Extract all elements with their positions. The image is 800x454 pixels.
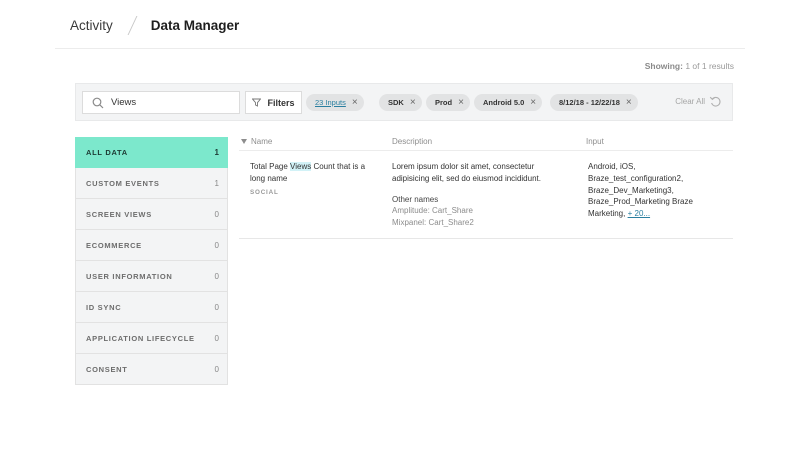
filter-chip-label: SDK bbox=[388, 98, 404, 107]
filter-chip-date-range[interactable]: 8/12/18 - 12/22/18 × bbox=[550, 94, 638, 111]
sidebar-item-label: ECOMMERCE bbox=[86, 240, 142, 250]
sidebar-item-label: USER INFORMATION bbox=[86, 271, 173, 281]
input-line-last: Marketing, + 20... bbox=[588, 208, 718, 220]
sidebar-item-label: CUSTOM EVENTS bbox=[86, 178, 160, 188]
column-header-input: Input bbox=[586, 137, 604, 146]
sidebar-item-label: ID SYNC bbox=[86, 302, 122, 312]
sidebar-item-count: 0 bbox=[214, 302, 219, 312]
sidebar-item-label: SCREEN VIEWS bbox=[86, 209, 152, 219]
close-icon[interactable]: × bbox=[410, 97, 416, 108]
sidebar-item-id-sync[interactable]: ID SYNC 0 bbox=[75, 292, 228, 323]
search-box[interactable] bbox=[82, 91, 240, 114]
row-input-cell: Android, iOS, Braze_test_configuration2,… bbox=[588, 161, 718, 220]
sidebar-item-custom-events[interactable]: CUSTOM EVENTS 1 bbox=[75, 168, 228, 199]
row-description: Lorem ipsum dolor sit amet, consectetur … bbox=[392, 162, 541, 183]
sidebar-item-label: CONSENT bbox=[86, 364, 128, 374]
filter-chip-label: 8/12/18 - 12/22/18 bbox=[559, 98, 620, 107]
sidebar-item-count: 0 bbox=[214, 364, 219, 374]
search-match-highlight: Views bbox=[290, 162, 312, 171]
sidebar-item-user-information[interactable]: USER INFORMATION 0 bbox=[75, 261, 228, 292]
filter-icon bbox=[252, 98, 262, 107]
input-line: Marketing, bbox=[588, 209, 626, 219]
row-name-cell: Total Page Views Count that is a long na… bbox=[250, 161, 372, 198]
sidebar-item-count: 1 bbox=[214, 178, 219, 188]
more-inputs-link[interactable]: + 20... bbox=[628, 209, 650, 218]
filter-chip-label[interactable]: 23 Inputs bbox=[315, 98, 346, 107]
other-names-label: Other names bbox=[392, 194, 439, 204]
filter-chip-prod[interactable]: Prod × bbox=[426, 94, 470, 111]
sidebar-item-all-data[interactable]: ALL DATA 1 bbox=[75, 137, 228, 168]
sidebar-item-count: 1 bbox=[214, 148, 219, 157]
row-name[interactable]: Total Page Views Count that is a long na… bbox=[250, 161, 372, 185]
breadcrumb: Activity Data Manager bbox=[70, 15, 239, 35]
input-line: Android, iOS, bbox=[588, 162, 636, 171]
column-header-name-label: Name bbox=[251, 137, 273, 146]
other-name: Mixpanel: Cart_Share2 bbox=[392, 218, 474, 228]
sidebar-item-application-lifecycle[interactable]: APPLICATION LIFECYCLE 0 bbox=[75, 323, 228, 354]
input-line: Braze_test_configuration2, bbox=[588, 173, 684, 183]
input-line: Braze_Dev_Marketing3, bbox=[588, 185, 674, 195]
filter-chip-label: Prod bbox=[435, 98, 453, 107]
close-icon[interactable]: × bbox=[530, 97, 536, 108]
results-table: Name Description Input Total Page Views … bbox=[239, 135, 733, 239]
filter-chip-sdk[interactable]: SDK × bbox=[379, 94, 422, 111]
page-title: Data Manager bbox=[150, 17, 240, 33]
filter-chip-android[interactable]: Android 5.0 × bbox=[474, 94, 543, 111]
row-name-text: Total Page bbox=[250, 162, 291, 171]
other-name: Amplitude: Cart_Share bbox=[392, 206, 473, 216]
sidebar-item-count: 0 bbox=[214, 333, 219, 343]
results-count-label: Showing: bbox=[644, 61, 683, 71]
results-count-value: 1 of 1 results bbox=[685, 61, 734, 71]
table-header: Name Description Input bbox=[239, 135, 733, 151]
sort-caret-icon bbox=[241, 139, 247, 144]
close-icon[interactable]: × bbox=[458, 97, 464, 108]
column-header-name[interactable]: Name bbox=[241, 137, 272, 146]
header-divider bbox=[55, 48, 745, 49]
column-header-description: Description bbox=[392, 137, 433, 146]
filter-chip-label: Android 5.0 bbox=[483, 98, 525, 107]
clear-all-label: Clear All bbox=[675, 97, 705, 106]
undo-icon bbox=[709, 96, 721, 107]
sidebar-item-label: APPLICATION LIFECYCLE bbox=[86, 333, 195, 343]
filters-button[interactable]: Filters bbox=[245, 91, 302, 114]
table-row[interactable]: Total Page Views Count that is a long na… bbox=[239, 151, 733, 239]
close-icon[interactable]: × bbox=[352, 97, 358, 108]
results-count: Showing: 1 of 1 results bbox=[645, 61, 734, 71]
category-sidebar: ALL DATA 1 CUSTOM EVENTS 1 SCREEN VIEWS … bbox=[75, 137, 228, 385]
breadcrumb-activity-link[interactable]: Activity bbox=[70, 18, 113, 33]
filter-bar: Filters 23 Inputs × SDK × Prod × Android… bbox=[75, 83, 733, 121]
search-icon bbox=[92, 97, 104, 108]
sidebar-item-label: ALL DATA bbox=[86, 148, 128, 157]
input-line: Braze_Prod_Marketing Braze bbox=[588, 197, 693, 207]
row-category-tag: SOCIAL bbox=[250, 188, 279, 196]
sidebar-item-count: 0 bbox=[214, 271, 219, 281]
breadcrumb-separator bbox=[124, 15, 142, 35]
row-description-cell: Lorem ipsum dolor sit amet, consectetur … bbox=[392, 161, 570, 229]
sidebar-item-count: 0 bbox=[214, 209, 219, 219]
sidebar-item-screen-views[interactable]: SCREEN VIEWS 0 bbox=[75, 199, 228, 230]
filters-button-label: Filters bbox=[267, 97, 295, 108]
search-input[interactable] bbox=[111, 97, 231, 108]
sidebar-item-ecommerce[interactable]: ECOMMERCE 0 bbox=[75, 230, 228, 261]
clear-all-button[interactable]: Clear All bbox=[675, 95, 722, 108]
sidebar-item-consent[interactable]: CONSENT 0 bbox=[75, 354, 228, 385]
filter-chip-inputs[interactable]: 23 Inputs × bbox=[306, 94, 364, 111]
sidebar-item-count: 0 bbox=[214, 240, 219, 250]
close-icon[interactable]: × bbox=[626, 97, 632, 108]
